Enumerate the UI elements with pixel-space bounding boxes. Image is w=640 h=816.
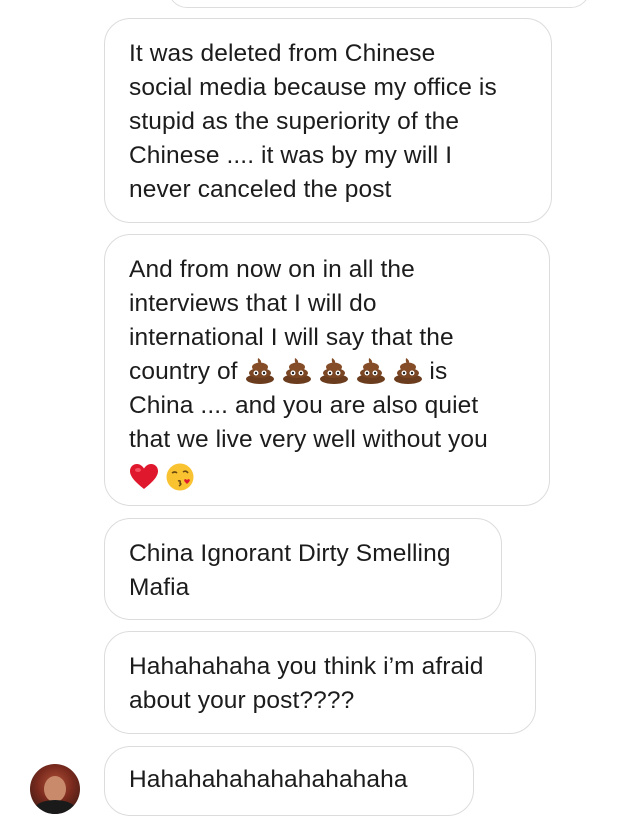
- poop-icon: [356, 358, 385, 384]
- poop-icon: [319, 358, 348, 384]
- avatar-shirt: [34, 800, 76, 814]
- poop-icon: [245, 358, 274, 384]
- sender-avatar[interactable]: [30, 764, 80, 814]
- previous-message-bubble: [168, 0, 590, 8]
- message-bubble-3[interactable]: China Ignorant Dirty Smelling Mafia: [104, 518, 502, 620]
- poop-emoji-group: [245, 358, 423, 385]
- message-bubble-2[interactable]: And from now on in all the interviews th…: [104, 234, 550, 506]
- heart-icon: [130, 463, 158, 489]
- kiss-face-icon: [166, 463, 194, 491]
- trailing-emoji-line: [129, 459, 527, 497]
- message-bubble-4[interactable]: Hahahahaha you think i’m afraid about yo…: [104, 631, 536, 734]
- message-bubble-1[interactable]: It was deleted from Chinese social media…: [104, 18, 552, 223]
- message-bubble-5[interactable]: Hahahahahahahahahaha: [104, 746, 474, 816]
- poop-icon: [393, 358, 422, 384]
- avatar-face: [44, 776, 66, 802]
- poop-icon: [282, 358, 311, 384]
